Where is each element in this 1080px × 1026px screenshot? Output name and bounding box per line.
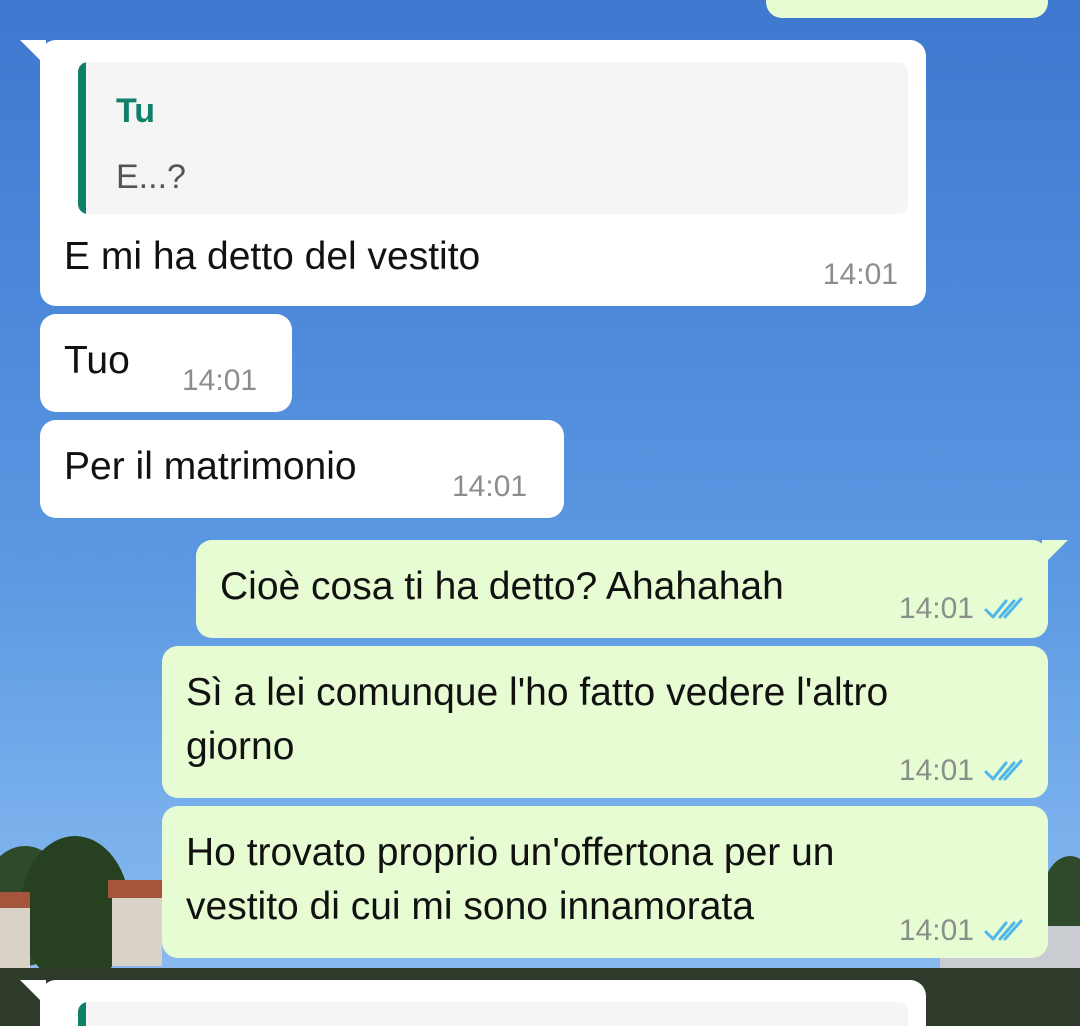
message-text-line-2: vestito di cui mi sono innamorata	[186, 885, 754, 928]
quote-accent-bar	[78, 62, 86, 214]
message-text: Cioè cosa ti ha detto? Ahahahah	[220, 565, 784, 608]
message-time: 14:01	[898, 914, 974, 947]
quote-accent-bar	[78, 1002, 86, 1026]
message-time: 14:01	[898, 592, 974, 625]
double-check-icon	[984, 759, 1023, 781]
quoted-author: Tu	[116, 92, 156, 130]
message-text: E mi ha detto del vestito	[64, 235, 481, 278]
message-text: Per il matrimonio	[64, 445, 357, 488]
quoted-message[interactable]	[78, 1002, 908, 1026]
message-bubble-outgoing-partial[interactable]	[766, 0, 1048, 18]
message-bubble-outgoing[interactable]: Cioè cosa ti ha detto? Ahahahah 14:01	[196, 540, 1068, 638]
message-bubble-outgoing[interactable]: Sì a lei comunque l'ho fatto vedere l'al…	[162, 646, 1048, 798]
message-time: 14:01	[182, 364, 258, 397]
message-bubble-incoming-partial[interactable]	[20, 980, 926, 1026]
double-check-icon	[984, 919, 1023, 941]
message-text-line-1: Ho trovato proprio un'offertona per un	[186, 831, 835, 874]
quoted-message[interactable]: Tu E...?	[78, 62, 908, 214]
message-text-line-2: giorno	[186, 725, 295, 768]
message-time: 14:01	[822, 258, 898, 291]
message-bubble-outgoing[interactable]: Ho trovato proprio un'offertona per un v…	[162, 806, 1048, 958]
message-time: 14:01	[452, 470, 528, 503]
message-bubble-incoming[interactable]: Tuo 14:01	[40, 314, 292, 412]
message-text-line-1: Sì a lei comunque l'ho fatto vedere l'al…	[186, 671, 889, 714]
message-bubble-incoming[interactable]: Tu E...? E mi ha detto del vestito 14:01	[20, 40, 926, 306]
quoted-text: E...?	[116, 158, 186, 196]
message-text: Tuo	[64, 339, 130, 382]
message-time: 14:01	[898, 754, 974, 787]
double-check-icon	[984, 597, 1023, 619]
message-bubble-incoming[interactable]: Per il matrimonio 14:01	[40, 420, 564, 518]
